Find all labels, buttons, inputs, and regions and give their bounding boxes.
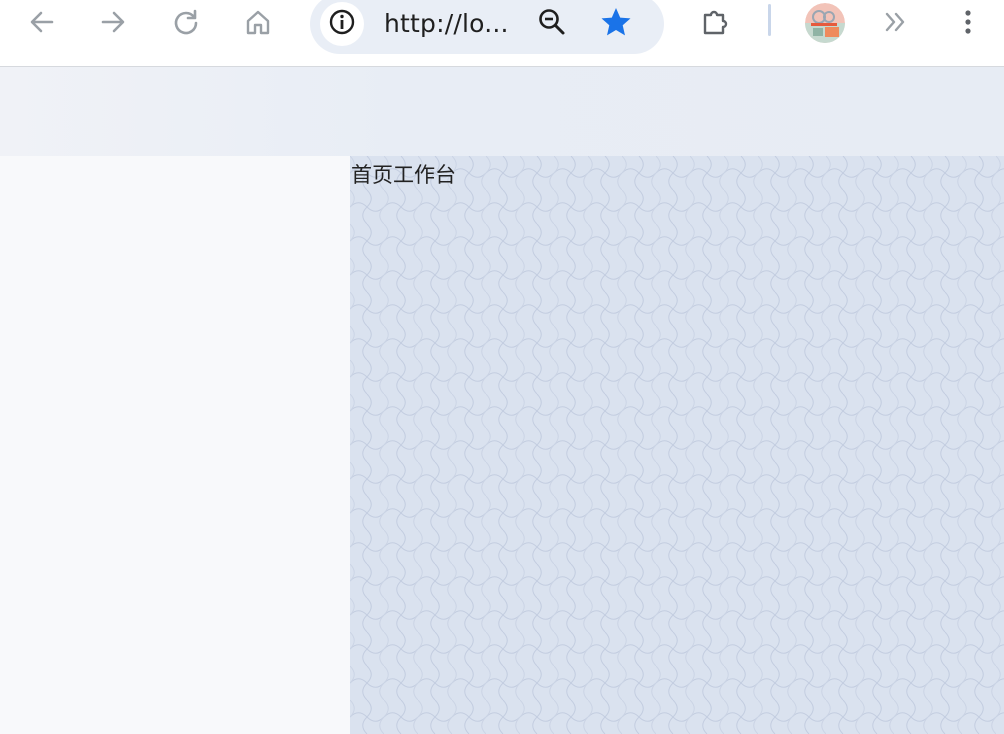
arrow-right-icon [99, 8, 127, 36]
extensions-button[interactable] [696, 2, 736, 42]
info-icon [328, 8, 356, 40]
reload-button[interactable] [166, 2, 206, 42]
background-pattern [350, 156, 1004, 734]
sidebar [0, 156, 350, 734]
home-icon [244, 8, 272, 36]
url-text[interactable]: http://lo... [384, 9, 509, 38]
page-header [0, 67, 1004, 156]
reload-icon [172, 8, 200, 36]
chevron-double-right-icon [882, 8, 910, 36]
back-button[interactable] [22, 2, 62, 42]
home-button[interactable] [238, 2, 278, 42]
forward-button[interactable] [93, 2, 133, 42]
profile-avatar[interactable] [805, 3, 845, 43]
puzzle-icon [700, 6, 732, 38]
star-icon [600, 6, 632, 42]
page-title: 首页工作台 [351, 163, 456, 187]
kebab-menu-icon [954, 8, 982, 36]
address-bar[interactable]: http://lo... [310, 0, 664, 54]
site-info-button[interactable] [320, 2, 364, 46]
browser-toolbar: http://lo... [0, 0, 1004, 66]
bookmark-button[interactable] [596, 4, 636, 44]
more-tools-button[interactable] [876, 2, 916, 42]
main-content: 首页工作台 [350, 156, 1004, 734]
toolbar-separator [768, 4, 771, 36]
zoom-button[interactable] [532, 4, 572, 44]
arrow-left-icon [28, 8, 56, 36]
zoom-out-icon [537, 7, 567, 41]
browser-menu-button[interactable] [948, 2, 988, 42]
